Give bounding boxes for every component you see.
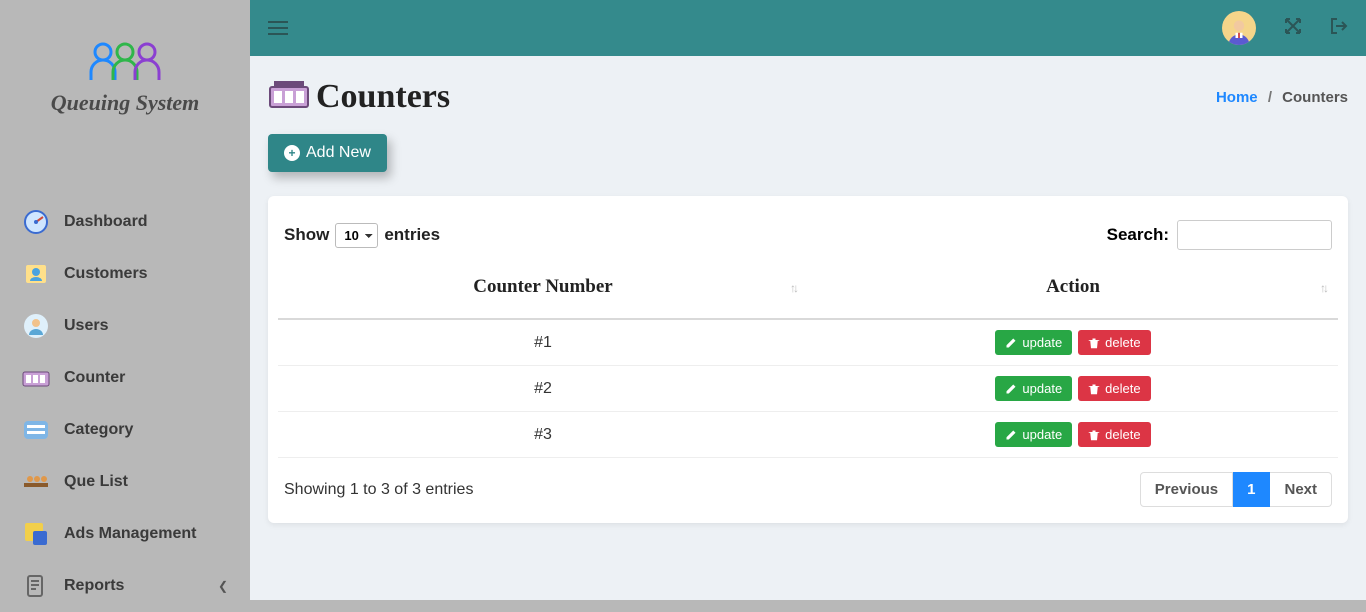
trash-icon bbox=[1088, 429, 1100, 441]
edit-icon bbox=[1005, 429, 1017, 441]
delete-label: delete bbox=[1105, 381, 1140, 396]
cell-counter-number: #3 bbox=[278, 412, 808, 458]
edit-icon bbox=[1005, 337, 1017, 349]
sidebar-item-label: Category bbox=[64, 421, 133, 439]
category-icon bbox=[22, 416, 50, 444]
counter-page-icon bbox=[268, 79, 310, 116]
update-label: update bbox=[1022, 427, 1062, 442]
trash-icon bbox=[1088, 337, 1100, 349]
sidebar-item-que-list[interactable]: Que List bbox=[0, 456, 250, 508]
sidebar-item-customers[interactable]: Customers bbox=[0, 248, 250, 300]
table-row: #1 update delete bbox=[278, 319, 1338, 366]
sidebar-item-label: Dashboard bbox=[64, 213, 148, 231]
trash-icon bbox=[1088, 383, 1100, 395]
topbar bbox=[250, 0, 1366, 56]
page-title: Counters bbox=[316, 78, 450, 116]
table-info: Showing 1 to 3 of 3 entries bbox=[284, 481, 473, 499]
search-label: Search: bbox=[1107, 225, 1169, 245]
search-input[interactable] bbox=[1177, 220, 1332, 250]
entries-label: entries bbox=[384, 225, 440, 245]
delete-button[interactable]: delete bbox=[1078, 376, 1150, 401]
delete-label: delete bbox=[1105, 427, 1140, 442]
breadcrumb-current: Counters bbox=[1282, 89, 1348, 106]
pager-page-1-button[interactable]: 1 bbox=[1233, 472, 1270, 507]
sidebar-item-dashboard[interactable]: Dashboard bbox=[0, 196, 250, 248]
edit-icon bbox=[1005, 383, 1017, 395]
table-row: #3 update delete bbox=[278, 412, 1338, 458]
ads-icon bbox=[22, 520, 50, 548]
main: Counters Home / Counters + Add New Show … bbox=[250, 0, 1366, 600]
hamburger-button[interactable] bbox=[268, 17, 288, 39]
sidebar-item-counter[interactable]: Counter bbox=[0, 352, 250, 404]
people-icon-3 bbox=[130, 40, 164, 84]
pagination: Previous 1 Next bbox=[1140, 472, 1332, 507]
delete-label: delete bbox=[1105, 335, 1140, 350]
brand-title: Queuing System bbox=[0, 90, 250, 116]
delete-button[interactable]: delete bbox=[1078, 422, 1150, 447]
brand: Queuing System bbox=[0, 0, 250, 146]
cell-action: update delete bbox=[808, 366, 1338, 412]
dashboard-icon bbox=[22, 208, 50, 236]
show-label: Show bbox=[284, 225, 329, 245]
sidebar-item-label: Que List bbox=[64, 473, 128, 491]
fullscreen-button[interactable] bbox=[1284, 17, 1302, 40]
brand-logo bbox=[0, 40, 250, 84]
data-card: Show 10 entries Search: Counter Number bbox=[268, 196, 1348, 523]
sidebar-item-reports[interactable]: Reports ❮ bbox=[0, 560, 250, 612]
cell-counter-number: #2 bbox=[278, 366, 808, 412]
sidebar: Queuing System Dashboard Customers Users… bbox=[0, 0, 250, 600]
sidebar-item-label: Counter bbox=[64, 369, 125, 387]
entries-select[interactable]: 10 bbox=[335, 223, 378, 248]
cell-action: update delete bbox=[808, 319, 1338, 366]
page-header: Counters Home / Counters bbox=[268, 78, 1348, 116]
reports-icon bbox=[22, 572, 50, 600]
que-list-icon bbox=[22, 468, 50, 496]
sidebar-item-ads-management[interactable]: Ads Management bbox=[0, 508, 250, 560]
sidebar-item-label: Reports bbox=[64, 577, 124, 595]
logout-button[interactable] bbox=[1330, 17, 1348, 40]
counters-table: Counter Number ↑↓ Action ↑↓ #1 update dele… bbox=[278, 262, 1338, 458]
add-new-label: Add New bbox=[306, 144, 371, 162]
col-counter-number[interactable]: Counter Number ↑↓ bbox=[278, 262, 808, 319]
pager-prev-button[interactable]: Previous bbox=[1140, 472, 1233, 507]
breadcrumb-separator: / bbox=[1268, 89, 1272, 106]
breadcrumb: Home / Counters bbox=[1216, 89, 1348, 106]
update-button[interactable]: update bbox=[995, 376, 1072, 401]
sort-icon: ↑↓ bbox=[1320, 281, 1326, 296]
table-controls: Show 10 entries Search: bbox=[278, 214, 1338, 262]
counter-icon bbox=[22, 364, 50, 392]
chevron-left-icon: ❮ bbox=[218, 579, 228, 593]
user-avatar[interactable] bbox=[1222, 11, 1256, 45]
update-label: update bbox=[1022, 381, 1062, 396]
plus-circle-icon: + bbox=[284, 145, 300, 161]
delete-button[interactable]: delete bbox=[1078, 330, 1150, 355]
cell-counter-number: #1 bbox=[278, 319, 808, 366]
table-row: #2 update delete bbox=[278, 366, 1338, 412]
sort-icon: ↑↓ bbox=[790, 281, 796, 296]
update-button[interactable]: update bbox=[995, 330, 1072, 355]
sidebar-item-label: Users bbox=[64, 317, 108, 335]
update-label: update bbox=[1022, 335, 1062, 350]
sidebar-nav: Dashboard Customers Users Counter Catego… bbox=[0, 196, 250, 612]
cell-action: update delete bbox=[808, 412, 1338, 458]
pager-next-button[interactable]: Next bbox=[1270, 472, 1332, 507]
sidebar-item-label: Ads Management bbox=[64, 525, 196, 543]
customers-icon bbox=[22, 260, 50, 288]
users-icon bbox=[22, 312, 50, 340]
add-new-button[interactable]: + Add New bbox=[268, 134, 387, 172]
sidebar-item-category[interactable]: Category bbox=[0, 404, 250, 456]
sidebar-item-label: Customers bbox=[64, 265, 148, 283]
content: Counters Home / Counters + Add New Show … bbox=[250, 56, 1366, 600]
table-footer: Showing 1 to 3 of 3 entries Previous 1 N… bbox=[278, 458, 1338, 511]
sidebar-item-users[interactable]: Users bbox=[0, 300, 250, 352]
breadcrumb-home-link[interactable]: Home bbox=[1216, 89, 1258, 106]
col-action[interactable]: Action ↑↓ bbox=[808, 262, 1338, 319]
update-button[interactable]: update bbox=[995, 422, 1072, 447]
